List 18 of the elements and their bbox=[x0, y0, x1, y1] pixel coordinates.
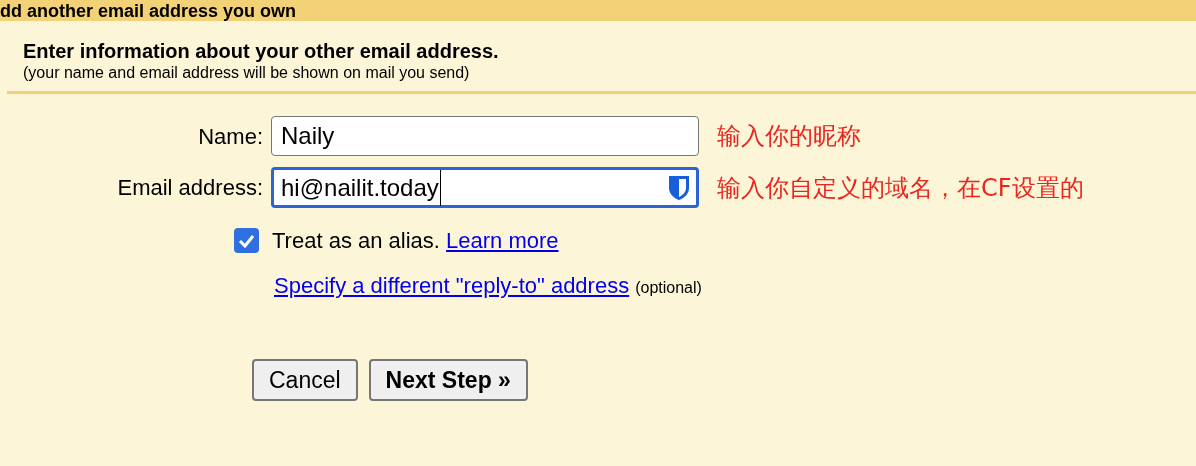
annotation-text: 输入你的昵称 bbox=[717, 121, 861, 152]
check-icon bbox=[238, 233, 255, 248]
shield-icon[interactable] bbox=[668, 174, 690, 201]
page-title: dd another email address you own bbox=[0, 1, 297, 21]
section-heading: Enter information about your other email address. bbox=[23, 39, 500, 63]
field-label: Name: bbox=[197, 122, 264, 151]
text-field[interactable]: Naily bbox=[271, 116, 699, 156]
field-label: Email address: bbox=[116, 174, 264, 202]
alias-checkbox[interactable] bbox=[234, 228, 259, 253]
cancel-button[interactable]: Cancel bbox=[252, 359, 358, 401]
learn-more-link[interactable]: Learn more bbox=[446, 228, 559, 253]
text-field[interactable]: hi@nailit.today bbox=[271, 167, 699, 208]
section-subheading: (your name and email address will be shown on mail you send) bbox=[23, 63, 471, 83]
alias-label: Treat as an alias. bbox=[272, 228, 440, 253]
optional-note: (optional) bbox=[635, 278, 702, 298]
annotation-text: 输入你自定义的域名，在CF设置的 bbox=[717, 172, 1084, 204]
reply-to-link[interactable]: Specify a different "reply-to" address bbox=[274, 269, 630, 302]
next-step-button[interactable]: Next Step » bbox=[368, 359, 528, 401]
